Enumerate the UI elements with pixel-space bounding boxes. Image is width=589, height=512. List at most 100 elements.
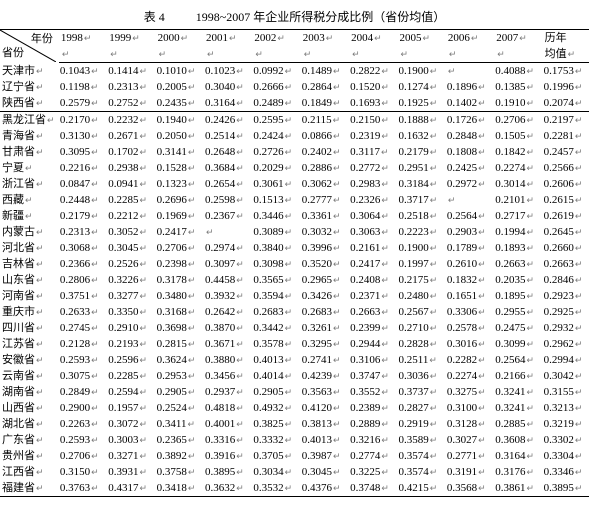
table-row: 湖南省↵0.2849↵0.2594↵0.2905↵0.2937↵0.2905↵0… xyxy=(0,384,589,400)
value-cell: 0.2696↵ xyxy=(156,192,204,208)
value-cell: 0.3130↵ xyxy=(59,128,107,144)
value-cell: 0.4001↵ xyxy=(204,416,252,432)
value-cell: 0.2774↵ xyxy=(349,448,397,464)
value-cell: 0.1528↵ xyxy=(156,160,204,176)
value-cell: 0.1994↵ xyxy=(494,224,542,240)
value-cell: 0.2035↵ xyxy=(494,272,542,288)
value-cell: 0.0847↵ xyxy=(59,176,107,192)
value-cell: 0.2564↵ xyxy=(446,208,494,224)
value-cell: 0.2313↵ xyxy=(59,224,107,240)
value-cell: 0.2232↵ xyxy=(107,112,155,129)
value-cell: 0.4239↵ xyxy=(301,368,349,384)
value-cell: 0.3480↵ xyxy=(156,288,204,304)
value-cell: 0.3141↵ xyxy=(156,144,204,160)
value-cell: 0.3003↵ xyxy=(107,432,155,448)
value-cell: 0.2706↵ xyxy=(59,448,107,464)
value-cell: 0.2864↵ xyxy=(301,79,349,95)
value-cell: 0.2417↵ xyxy=(156,224,204,240)
value-cell: 0.2115↵ xyxy=(301,112,349,129)
table-row: 云南省↵0.3075↵0.2285↵0.2953↵0.3456↵0.4014↵0… xyxy=(0,368,589,384)
value-cell: 0.3191↵ xyxy=(446,464,494,480)
value-cell: 0.1910↵ xyxy=(494,95,542,112)
value-cell: 0.3063↵ xyxy=(349,224,397,240)
province-cell: 宁夏↵ xyxy=(0,160,59,176)
avg-cell: 0.2566↵ xyxy=(543,160,589,176)
avg-cell: 0.3895↵ xyxy=(543,480,589,497)
value-cell: 0.3895↵ xyxy=(204,464,252,480)
value-cell: 0.4088↵ xyxy=(494,63,542,80)
value-cell: 0.2408↵ xyxy=(349,272,397,288)
avg-cell: 0.3155↵ xyxy=(543,384,589,400)
value-cell: 0.3295↵ xyxy=(301,336,349,352)
province-cell: 江西省↵ xyxy=(0,464,59,480)
value-cell: 0.3061↵ xyxy=(252,176,300,192)
value-cell: 0.3608↵ xyxy=(494,432,542,448)
value-cell: 0.3880↵ xyxy=(204,352,252,368)
value-cell: 0.2777↵ xyxy=(301,192,349,208)
col-2006: 2006↵ xyxy=(446,30,494,47)
value-cell: 0.2175↵ xyxy=(398,272,446,288)
value-cell: 0.1702↵ xyxy=(107,144,155,160)
province-cell: 新疆↵ xyxy=(0,208,59,224)
value-cell: 0.4458↵ xyxy=(204,272,252,288)
value-cell: 0.3106↵ xyxy=(349,352,397,368)
province-cell: 甘肃省↵ xyxy=(0,144,59,160)
value-cell: 0.2366↵ xyxy=(59,256,107,272)
value-cell: 0.3350↵ xyxy=(107,304,155,320)
table-row: 甘肃省↵0.3095↵0.1702↵0.3141↵0.2648↵0.2726↵0… xyxy=(0,144,589,160)
avg-cell: 0.3346↵ xyxy=(543,464,589,480)
avg-cell: 0.2615↵ xyxy=(543,192,589,208)
province-cell: 浙江省↵ xyxy=(0,176,59,192)
value-cell: 0.1414↵ xyxy=(107,63,155,80)
col-2001: 2001↵ xyxy=(204,30,252,47)
avg-cell: 0.2457↵ xyxy=(543,144,589,160)
value-cell: 0.3072↵ xyxy=(107,416,155,432)
table-row: 河南省↵0.3751↵0.3277↵0.3480↵0.3932↵0.3594↵0… xyxy=(0,288,589,304)
value-cell: 0.1888↵ xyxy=(398,112,446,129)
province-cell: 云南省↵ xyxy=(0,368,59,384)
value-cell: 0.2706↵ xyxy=(494,112,542,129)
avg-cell: 0.2663↵ xyxy=(543,256,589,272)
value-cell: 0.3520↵ xyxy=(301,256,349,272)
province-cell: 山西省↵ xyxy=(0,400,59,416)
value-cell: 0.2642↵ xyxy=(204,304,252,320)
value-cell: 0.2212↵ xyxy=(107,208,155,224)
value-cell: 0.1274↵ xyxy=(398,79,446,95)
value-cell: 0.3594↵ xyxy=(252,288,300,304)
value-cell: 0.3456↵ xyxy=(204,368,252,384)
value-cell: 0.3840↵ xyxy=(252,240,300,256)
value-cell: 0.2889↵ xyxy=(349,416,397,432)
value-cell: ↵ xyxy=(446,192,494,208)
value-cell: 0.1513↵ xyxy=(252,192,300,208)
value-cell: 0.2216↵ xyxy=(59,160,107,176)
table-number: 表 4 xyxy=(144,8,165,25)
value-cell: 0.2166↵ xyxy=(494,368,542,384)
value-cell: 0.3168↵ xyxy=(156,304,204,320)
value-cell: 0.2514↵ xyxy=(204,128,252,144)
value-cell: 0.3275↵ xyxy=(446,384,494,400)
value-cell: 0.2849↵ xyxy=(59,384,107,400)
avg-cell: 0.2074↵ xyxy=(543,95,589,112)
value-cell: 0.2285↵ xyxy=(107,192,155,208)
value-cell: 0.3751↵ xyxy=(59,288,107,304)
value-cell: 0.3164↵ xyxy=(494,448,542,464)
value-cell: 0.1896↵ xyxy=(446,79,494,95)
value-cell: 0.1808↵ xyxy=(446,144,494,160)
province-cell: 黑龙江省↵ xyxy=(0,112,59,129)
value-cell: 0.3225↵ xyxy=(349,464,397,480)
table-header: 年份 省份 1998↵ 1999↵ 2000↵ 2001↵ 2002↵ 2003… xyxy=(0,30,589,63)
table-row: 四川省↵0.2745↵0.2910↵0.3698↵0.3870↵0.3442↵0… xyxy=(0,320,589,336)
value-cell: 0.3698↵ xyxy=(156,320,204,336)
value-cell: 0.3532↵ xyxy=(252,480,300,497)
value-cell: 0.2741↵ xyxy=(301,352,349,368)
value-cell: 0.2101↵ xyxy=(494,192,542,208)
value-cell: 0.2274↵ xyxy=(446,368,494,384)
value-cell: 0.2910↵ xyxy=(107,320,155,336)
value-cell: 0.3748↵ xyxy=(349,480,397,497)
value-cell: 0.2179↵ xyxy=(398,144,446,160)
value-cell: 0.1969↵ xyxy=(156,208,204,224)
table-row: 广东省↵0.2593↵0.3003↵0.2365↵0.3316↵0.3332↵0… xyxy=(0,432,589,448)
value-cell: 0.3870↵ xyxy=(204,320,252,336)
value-cell: 0.3361↵ xyxy=(301,208,349,224)
value-cell: 0.2885↵ xyxy=(494,416,542,432)
